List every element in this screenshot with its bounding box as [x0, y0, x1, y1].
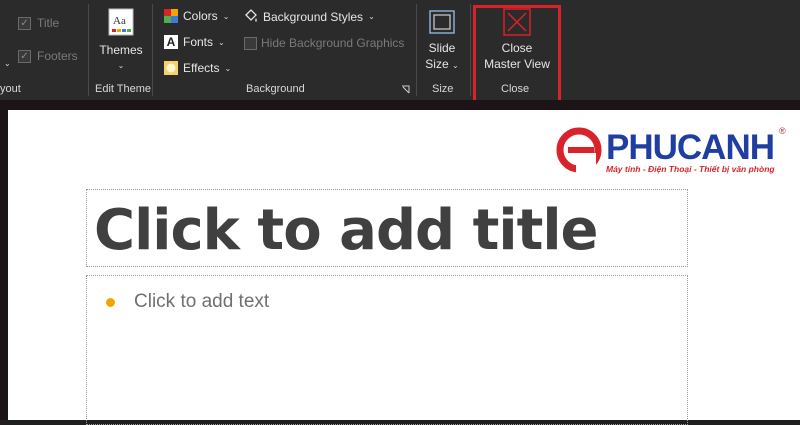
- dialog-launcher-icon[interactable]: [401, 85, 410, 94]
- group-divider: [152, 4, 153, 96]
- footers-checkbox[interactable]: ✓: [18, 50, 31, 63]
- fonts-icon: A: [164, 35, 178, 49]
- group-divider: [470, 4, 471, 96]
- effects-icon: [164, 61, 178, 75]
- phucanh-logo-icon: [556, 127, 602, 173]
- footers-checkbox-label: Footers: [37, 49, 78, 63]
- title-checkbox-label: Title: [37, 16, 60, 30]
- body-placeholder-text: Click to add text: [134, 291, 270, 312]
- colors-icon: [164, 9, 178, 23]
- background-group-label: Background: [246, 83, 305, 95]
- colors-label: Colors: [183, 9, 218, 23]
- title-placeholder-text: Click to add title: [94, 198, 599, 263]
- background-styles-label: Background Styles: [263, 9, 364, 24]
- colors-button[interactable]: Colors ⌄: [164, 9, 229, 23]
- edit-theme-group-label: Edit Theme: [95, 83, 152, 95]
- fonts-button[interactable]: A Fonts ⌄: [164, 35, 225, 49]
- chevron-down-icon[interactable]: ⌄: [4, 59, 11, 68]
- hide-background-graphics-checkbox[interactable]: [244, 37, 257, 50]
- slide-size-label-line2: Size ⌄: [425, 57, 459, 71]
- chevron-down-icon: ⌄: [117, 61, 125, 70]
- themes-icon: Aa: [108, 8, 134, 36]
- slide-size-icon: [429, 10, 455, 34]
- effects-label: Effects: [183, 61, 220, 75]
- group-divider: [416, 4, 417, 96]
- title-checkbox[interactable]: ✓: [18, 17, 31, 30]
- size-group-label: Size: [432, 83, 454, 95]
- svg-text:Aa: Aa: [113, 15, 126, 27]
- chevron-down-icon: ⌄: [224, 63, 232, 73]
- registered-mark: ®: [779, 126, 786, 136]
- chevron-down-icon: ⌄: [368, 12, 375, 21]
- logo-wordmark: PHUCANH: [606, 128, 775, 167]
- chevron-down-icon: ⌄: [218, 37, 225, 47]
- hide-background-graphics-label: Hide Background Graphics: [261, 36, 405, 50]
- highlight-box: [473, 5, 561, 110]
- themes-label: Themes: [99, 43, 143, 57]
- slide-size-label-line1: Slide: [428, 41, 456, 55]
- master-layout-group-label: yout: [0, 83, 21, 95]
- logo-tagline: Máy tính - Điện Thoại - Thiết bị văn phò…: [606, 164, 775, 174]
- chevron-down-icon: ⌄: [222, 11, 230, 21]
- bullet-dot: [106, 298, 115, 307]
- themes-button[interactable]: Aa Themes ⌄: [95, 8, 147, 74]
- background-styles-button[interactable]: Background Styles ⌄: [243, 9, 375, 24]
- group-divider: [88, 4, 89, 96]
- paint-bucket-icon: [245, 9, 257, 22]
- effects-button[interactable]: Effects ⌄: [164, 61, 231, 75]
- fonts-label: Fonts: [183, 35, 214, 49]
- slide-size-button[interactable]: Slide Size ⌄: [421, 8, 463, 74]
